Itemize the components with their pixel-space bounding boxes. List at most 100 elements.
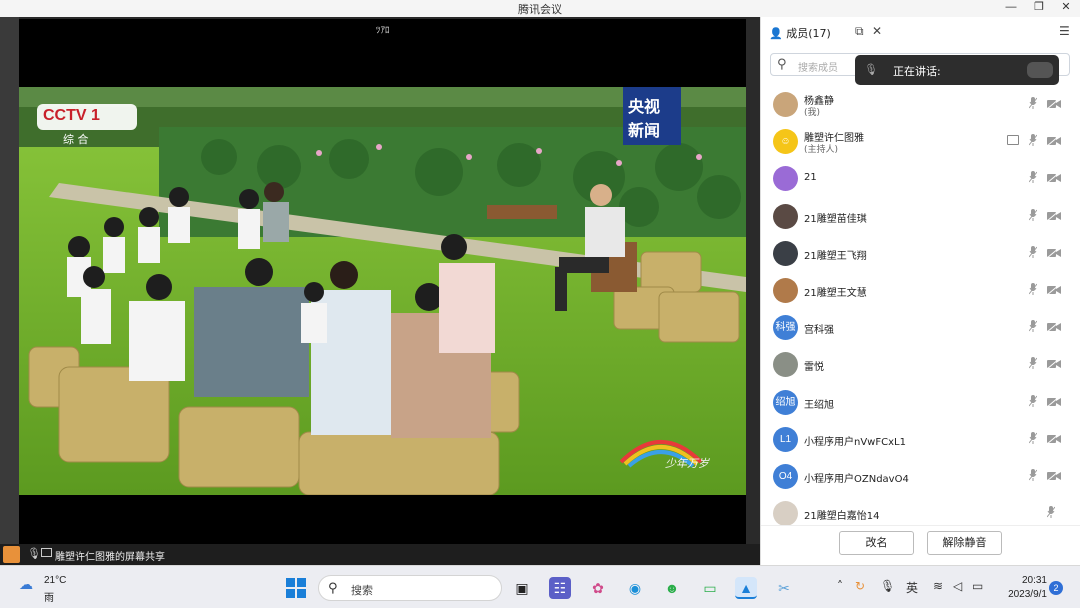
news-video-scene: CCTV 1 综 合 央视 新闻 少年万岁 <box>19 87 746 495</box>
member-avatar: L1 <box>773 426 798 452</box>
member-avatar <box>773 352 798 378</box>
member-row[interactable]: 科强 宫科强 <box>761 310 1080 347</box>
muted-mic-icon[interactable] <box>1029 469 1037 481</box>
tray-mic-icon[interactable]: 🎙 <box>880 579 895 593</box>
muted-mic-icon[interactable] <box>1029 431 1037 444</box>
screen-share-bar: 🎙 雕塑许仁图雅的屏幕共享 <box>0 544 760 565</box>
popout-icon[interactable]: ⧉ <box>855 24 864 39</box>
muted-mic-icon[interactable] <box>1029 357 1037 370</box>
panel-header: 👤 成员(17) ⧉ ✕ ☰ <box>761 17 1080 47</box>
member-row[interactable]: 21 <box>761 161 1080 198</box>
close-panel-icon[interactable]: ✕ <box>872 24 882 38</box>
menu-icon[interactable]: ☰ <box>1059 24 1070 38</box>
member-row[interactable]: L1 小程序用户nVwFCxL1 <box>761 422 1080 459</box>
camera-off-icon[interactable] <box>1047 247 1061 258</box>
member-avatar <box>773 501 798 527</box>
start-button[interactable] <box>286 578 306 598</box>
muted-mic-icon[interactable] <box>1029 134 1037 147</box>
camera-off-icon[interactable] <box>1047 136 1061 147</box>
speaking-label: 正在讲话: <box>893 65 941 78</box>
wechat-icon[interactable]: ☻ <box>661 577 683 599</box>
snipping-tool-icon[interactable]: ✂ <box>773 577 795 599</box>
member-row[interactable]: 21雕塑王文慧 <box>761 273 1080 310</box>
tencent-app-icon[interactable]: ▭ <box>699 577 721 599</box>
member-avatar: ☺ <box>773 129 798 155</box>
camera-off-icon[interactable] <box>1047 322 1061 333</box>
shared-screen-area: ﾂｱﾛ CCTV 1 综 合 央视 新闻 少年万岁 <box>0 17 760 565</box>
battery-icon[interactable]: ▭ <box>972 579 983 593</box>
muted-mic-icon[interactable] <box>1029 208 1037 221</box>
notification-badge[interactable]: 2 <box>1049 581 1063 595</box>
member-row[interactable]: O4 小程序用户OZNdavO4 <box>761 459 1080 496</box>
weather-rain-icon[interactable]: ☁ <box>19 576 33 593</box>
member-row[interactable]: 绍旭 王绍旭 <box>761 385 1080 422</box>
unmute-button[interactable]: 解除静音 <box>927 531 1002 555</box>
clock-time[interactable]: 20:31 <box>1017 575 1047 586</box>
taskbar-search[interactable]: ⚲ 搜索 <box>318 575 502 601</box>
news-badge-line1: 央视 <box>628 97 661 116</box>
member-row[interactable]: 21雕塑苗佳琪 <box>761 199 1080 236</box>
camera-off-icon[interactable] <box>1047 285 1061 295</box>
muted-mic-icon[interactable] <box>1029 171 1037 184</box>
member-row[interactable]: 雷悦 <box>761 347 1080 384</box>
left-strip <box>0 17 19 565</box>
tray-app-icon[interactable]: ↻ <box>855 579 865 593</box>
screen-share-icon <box>1007 135 1019 146</box>
speaking-tooltip: 🎙 正在讲话: <box>855 55 1059 85</box>
volume-icon[interactable]: ◁ <box>953 579 962 593</box>
member-name: 21雕塑王飞翔 <box>804 250 867 262</box>
camera-off-icon[interactable] <box>1047 471 1061 481</box>
photos-icon[interactable]: ✿ <box>587 577 609 599</box>
camera-off-icon[interactable] <box>1047 99 1061 109</box>
speaking-mic-icon: 🎙 <box>864 64 878 76</box>
muted-mic-icon[interactable] <box>1029 283 1037 295</box>
teams-icon[interactable]: ☷ <box>549 577 571 599</box>
screen-icon <box>41 548 52 557</box>
member-row[interactable]: ☺ 雕塑许仁图雅 (主持人) <box>761 124 1080 161</box>
camera-off-icon[interactable] <box>1047 396 1061 407</box>
taskbar-search-icon: ⚲ <box>328 580 338 595</box>
task-view-icon[interactable]: ▣ <box>511 577 533 599</box>
muted-mic-icon[interactable] <box>1029 245 1037 258</box>
muted-mic-icon[interactable] <box>1029 320 1037 333</box>
member-role: (主持人) <box>804 145 839 156</box>
member-name: 21 <box>804 172 817 184</box>
camera-off-icon[interactable] <box>1047 173 1061 184</box>
camera-off-icon[interactable] <box>1047 433 1061 444</box>
rename-button[interactable]: 改名 <box>839 531 914 555</box>
camera-off-icon[interactable] <box>1047 359 1061 370</box>
weather-temperature[interactable]: 21°C <box>44 575 66 586</box>
tab-members[interactable]: 👤 成员(17) <box>769 25 831 41</box>
member-row[interactable]: 杨鑫静 (我) <box>761 87 1080 124</box>
camera-off-icon[interactable] <box>1047 210 1061 221</box>
clock-date[interactable]: 2023/9/1 <box>1002 589 1047 600</box>
member-name: 21雕塑苗佳琪 <box>804 213 867 225</box>
close-window-button[interactable]: ✕ <box>1052 0 1080 16</box>
member-row[interactable]: 21雕塑王飞翔 <box>761 236 1080 273</box>
ime-indicator[interactable]: 英 <box>906 579 918 596</box>
tray-chevron-icon[interactable]: ˄ <box>837 579 843 593</box>
member-name: 宫科强 <box>804 325 834 337</box>
maximize-button[interactable]: ❐ <box>1025 0 1053 16</box>
muted-mic-icon[interactable] <box>1029 394 1037 407</box>
panel-footer: 改名 解除静音 <box>761 525 1080 565</box>
member-avatar <box>773 92 798 117</box>
member-avatar <box>773 240 798 266</box>
muted-mic-icon[interactable] <box>1047 506 1055 519</box>
person-icon: 👤 <box>769 27 783 40</box>
edge-icon[interactable]: ◉ <box>624 577 646 599</box>
wifi-icon[interactable]: ≋ <box>933 579 943 593</box>
cctv-sub: 综 合 <box>63 133 89 146</box>
member-role: (我) <box>804 108 821 118</box>
muted-mic-icon[interactable] <box>1029 97 1037 109</box>
tencent-meeting-icon[interactable]: ▲ <box>735 577 757 599</box>
video-frame: ﾂｱﾛ CCTV 1 综 合 央视 新闻 少年万岁 <box>19 19 746 563</box>
member-name: 小程序用户nVwFCxL1 <box>804 436 906 448</box>
weather-condition[interactable]: 雨 <box>44 589 54 604</box>
member-avatar: 绍旭 <box>773 389 798 415</box>
mic-icon: 🎙 <box>27 548 41 560</box>
member-avatar <box>773 203 798 229</box>
member-name: 21雕塑白嘉怡14 <box>804 511 880 523</box>
minimize-button[interactable]: — <box>997 0 1025 16</box>
presenter-avatar <box>3 546 20 563</box>
